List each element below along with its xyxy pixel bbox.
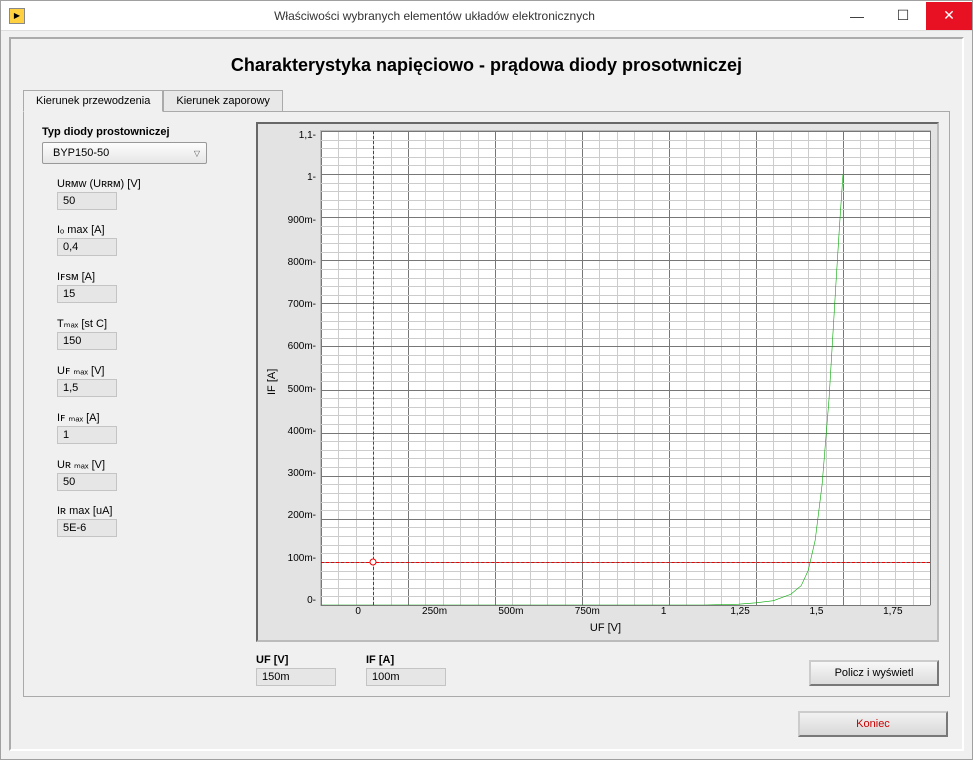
diode-type-dropdown[interactable]: BYP150-50 ▽ <box>42 142 207 164</box>
y-tick: 400m- <box>284 426 316 437</box>
y-tick: 900m- <box>284 215 316 226</box>
y-ticks: 1,1- 1- 900m- 800m- 700m- 600m- 500m- 400m- 300m… <box>280 130 320 606</box>
tab-forward[interactable]: Kierunek przewodzenia <box>23 90 163 112</box>
marker-vertical[interactable] <box>373 131 374 605</box>
ifmax-label: Iꜰ ₘₐₓ [A] <box>57 411 238 424</box>
x-tick: 500m <box>473 606 549 620</box>
y-tick: 0- <box>284 595 316 606</box>
x-ticks: 0250m500m750m11,251,51,75 <box>280 606 931 620</box>
plot-area[interactable] <box>320 130 931 606</box>
urmw-input[interactable]: 50 <box>57 192 117 210</box>
uf-field-label: UF [V] <box>256 654 336 666</box>
iomax-label: Iₒ max [A] <box>57 224 238 236</box>
close-app-button[interactable]: Koniec <box>798 711 948 737</box>
irmax-label: Iʀ max [uA] <box>57 505 238 517</box>
compute-button[interactable]: Policz i wyświetl <box>809 660 939 686</box>
ifsm-input[interactable]: 15 <box>57 285 117 303</box>
ifsm-label: Iꜰsᴍ [A] <box>57 270 238 283</box>
marker-point[interactable] <box>370 558 377 565</box>
close-button[interactable]: ✕ <box>926 2 972 30</box>
x-tick: 1 <box>626 606 702 620</box>
y-tick: 100m- <box>284 553 316 564</box>
iomax-input[interactable]: 0,4 <box>57 238 117 256</box>
maximize-button[interactable]: ☐ <box>880 2 926 30</box>
minimize-button[interactable]: ― <box>834 2 880 30</box>
x-tick: 250m <box>396 606 472 620</box>
ifmax-input[interactable]: 1 <box>57 426 117 444</box>
if-field-input[interactable]: 100m <box>366 668 446 686</box>
x-tick: 0 <box>320 606 396 620</box>
chart-panel: IF [A] 1,1- 1- 900m- 800m- 700m- 600m- 500m- 40… <box>256 122 939 686</box>
x-tick: 750m <box>549 606 625 620</box>
if-field-label: IF [A] <box>366 654 446 666</box>
urmax-label: Uʀ ₘₐₓ [V] <box>57 458 238 471</box>
y-tick: 600m- <box>284 341 316 352</box>
app-icon: ▶ <box>9 8 25 24</box>
ufmax-label: Uꜰ ₘₐₓ [V] <box>57 364 238 377</box>
y-tick: 700m- <box>284 299 316 310</box>
window-controls: ― ☐ ✕ <box>834 2 972 30</box>
chart-area: IF [A] 1,1- 1- 900m- 800m- 700m- 600m- 500m- 40… <box>264 130 931 634</box>
diode-type-label: Typ diody prostowniczej <box>42 126 238 138</box>
left-panel: Typ diody prostowniczej BYP150-50 ▽ Uʀᴍᴡ… <box>34 122 244 686</box>
y-tick: 300m- <box>284 468 316 479</box>
outer-panel: Charakterystyka napięciowo - prądowa dio… <box>9 37 964 751</box>
y-tick: 200m- <box>284 510 316 521</box>
uf-field-input[interactable]: 150m <box>256 668 336 686</box>
content-row: Typ diody prostowniczej BYP150-50 ▽ Uʀᴍᴡ… <box>34 122 939 686</box>
y-tick: 1,1- <box>284 130 316 141</box>
urmax-input[interactable]: 50 <box>57 473 117 491</box>
titlebar: ▶ Właściwości wybranych elementów układó… <box>1 1 972 31</box>
tmax-input[interactable]: 150 <box>57 332 117 350</box>
tmax-label: Tₘₐₓ [st C] <box>57 317 238 330</box>
tabs: Kierunek przewodzenia Kierunek zaporowy <box>23 90 950 112</box>
marker-horizontal[interactable] <box>321 562 930 563</box>
x-tick: 1,25 <box>702 606 778 620</box>
iv-curve <box>321 131 930 605</box>
bottom-row: UF [V] 150m IF [A] 100m Policz i wyświet… <box>256 654 939 686</box>
x-tick: 1,75 <box>855 606 931 620</box>
chevron-down-icon: ▽ <box>194 149 200 158</box>
chart-box: IF [A] 1,1- 1- 900m- 800m- 700m- 600m- 500m- 40… <box>256 122 939 642</box>
x-axis-label: UF [V] <box>280 622 931 634</box>
page-title: Charakterystyka napięciowo - prądowa dio… <box>23 55 950 76</box>
tab-content: Typ diody prostowniczej BYP150-50 ▽ Uʀᴍᴡ… <box>23 111 950 697</box>
y-tick: 500m- <box>284 384 316 395</box>
tab-reverse[interactable]: Kierunek zaporowy <box>163 90 283 112</box>
window-title: Właściwości wybranych elementów układów … <box>35 9 834 23</box>
urmw-label: Uʀᴍᴡ (Uʀʀᴍ) [V] <box>57 178 238 190</box>
y-axis-label: IF [A] <box>264 130 280 634</box>
y-tick: 800m- <box>284 257 316 268</box>
app-window: ▶ Właściwości wybranych elementów układó… <box>0 0 973 760</box>
y-tick: 1- <box>284 172 316 183</box>
diode-type-value: BYP150-50 <box>53 147 109 159</box>
x-tick: 1,5 <box>778 606 854 620</box>
irmax-input[interactable]: 5E-6 <box>57 519 117 537</box>
ufmax-input[interactable]: 1,5 <box>57 379 117 397</box>
